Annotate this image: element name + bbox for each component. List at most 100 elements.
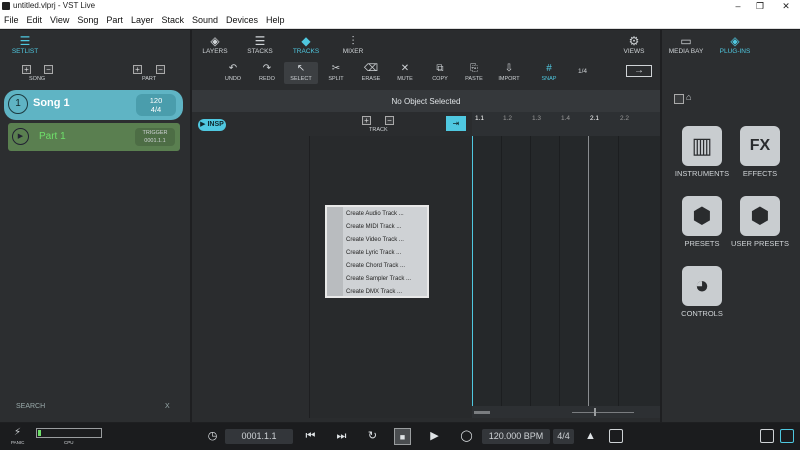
instruments-tile[interactable]: ▥: [682, 126, 722, 166]
paste-icon: ⎘: [470, 63, 478, 74]
select-button[interactable]: ↖ SELECT: [284, 62, 318, 84]
presets-tile[interactable]: ⬢: [682, 196, 722, 236]
select-checkbox[interactable]: [674, 94, 684, 104]
add-part-button[interactable]: +: [133, 65, 142, 74]
right-panel-toggle-button[interactable]: [780, 429, 794, 443]
tab-mixer[interactable]: ⫶ MIXER: [335, 34, 371, 55]
play-part-icon[interactable]: ▶: [12, 128, 29, 145]
menu-item-sampler-track[interactable]: Create Sampler Track ...: [346, 276, 411, 282]
menu-item-dmx-track[interactable]: Create DMX Track ...: [346, 289, 402, 295]
menu-devices[interactable]: Devices: [222, 12, 262, 25]
clock-icon[interactable]: ◷: [204, 428, 221, 445]
menu-song[interactable]: Song: [73, 12, 102, 25]
add-track-button[interactable]: +: [362, 116, 371, 125]
menu-item-midi-track[interactable]: Create MIDI Track ...: [346, 224, 401, 230]
tab-media-bay[interactable]: ▭ MEDIA BAY: [666, 34, 706, 55]
controls-tile[interactable]: ◕: [682, 266, 722, 306]
timeline-ruler[interactable]: 1.1 1.2 1.3 1.4 2.1 2.2: [472, 112, 660, 136]
stop-button[interactable]: ■: [394, 428, 411, 445]
window-toggle-button[interactable]: [609, 429, 623, 443]
undo-button[interactable]: ↶ UNDO: [216, 62, 250, 84]
copy-button[interactable]: ⧉ COPY: [423, 62, 457, 84]
tab-tracks[interactable]: ◆ TRACKS: [288, 34, 324, 55]
song-card[interactable]: 1 Song 1 120 4/4: [4, 90, 183, 120]
import-icon: ⇩: [504, 63, 514, 74]
horizontal-scrollbar[interactable]: [472, 406, 660, 418]
setlist-panel: ☰ SETLIST + − SONG + − PART 1 Song 1 120…: [0, 30, 190, 422]
erase-button[interactable]: ⌫ ERASE: [354, 62, 388, 84]
split-button[interactable]: ✂ SPLIT: [319, 62, 353, 84]
menu-stack[interactable]: Stack: [157, 12, 188, 25]
position-display[interactable]: 0001.1.1: [225, 429, 293, 444]
views-label: VIEWS: [623, 48, 645, 55]
transport-bar: ⚡ PANIC CPU ◷ 0001.1.1 ⏮ ⏭ ↻ ■ ▶ ◯ 120.0…: [0, 423, 800, 450]
menu-help[interactable]: Help: [262, 12, 289, 25]
tempo-display[interactable]: 120.000 BPM: [482, 429, 550, 444]
tab-plug-ins[interactable]: ◈ PLUG-INS: [714, 34, 756, 55]
menu-part[interactable]: Part: [102, 12, 127, 25]
left-panel-toggle-button[interactable]: [760, 429, 774, 443]
remove-part-button[interactable]: −: [156, 65, 165, 74]
close-button[interactable]: ✕: [776, 0, 796, 12]
inspector-label: INSP: [207, 121, 224, 128]
effects-tile[interactable]: FX: [740, 126, 780, 166]
part-label: PART: [142, 76, 157, 82]
search-input[interactable]: SEARCH: [16, 403, 45, 410]
zoom-slider[interactable]: [572, 412, 634, 413]
zoom-slider-handle[interactable]: [594, 408, 596, 416]
setlist-button[interactable]: ☰ SETLIST: [8, 34, 42, 55]
home-icon[interactable]: ⌂: [686, 92, 691, 102]
record-button[interactable]: ◯: [458, 428, 475, 445]
piano-icon: ▥: [691, 133, 713, 158]
arrow-right-icon[interactable]: →: [626, 65, 652, 77]
menu-sound[interactable]: Sound: [188, 12, 222, 25]
snap-button[interactable]: # SNAP: [532, 62, 566, 84]
add-song-button[interactable]: +: [22, 65, 31, 74]
cycle-button[interactable]: ↻: [364, 428, 381, 445]
menu-item-audio-track[interactable]: Create Audio Track ...: [346, 211, 404, 217]
effects-label: EFFECTS: [742, 169, 778, 178]
menu-item-chord-track[interactable]: Create Chord Track ...: [346, 263, 405, 269]
inspector-button[interactable]: ▶ INSP: [198, 119, 226, 131]
maximize-button[interactable]: ❐: [750, 0, 770, 12]
app-icon: [2, 2, 10, 10]
ruler-tick: 2.2: [620, 115, 630, 122]
follow-playhead-icon[interactable]: ⇥: [446, 116, 466, 131]
erase-label: ERASE: [361, 76, 381, 82]
menu-item-lyric-track[interactable]: Create Lyric Track ...: [346, 250, 401, 256]
track-header-bar: ▶ INSP + − TRACK ⇥: [192, 112, 472, 136]
previous-marker-button[interactable]: ⏮: [302, 428, 319, 445]
tab-layers[interactable]: ◈ LAYERS: [197, 34, 233, 55]
snap-value[interactable]: 1/4: [578, 68, 587, 75]
panic-icon[interactable]: ⚡: [14, 427, 21, 438]
minimize-button[interactable]: –: [728, 0, 748, 12]
tab-stacks[interactable]: ☰ STACKS: [242, 34, 278, 55]
track-label: TRACK: [369, 127, 388, 133]
menu-layer[interactable]: Layer: [127, 12, 158, 25]
remove-track-button[interactable]: −: [385, 116, 394, 125]
menu-item-video-track[interactable]: Create Video Track ...: [346, 237, 404, 243]
remove-song-button[interactable]: −: [44, 65, 53, 74]
signature-display[interactable]: 4/4: [553, 429, 574, 444]
song-name: Song 1: [33, 97, 70, 109]
snap-label: SNAP: [541, 76, 557, 82]
tab-media-bay-label: MEDIA BAY: [668, 48, 704, 55]
views-button[interactable]: ⚙ VIEWS: [616, 34, 652, 55]
mute-button[interactable]: ✕ MUTE: [388, 62, 422, 84]
user-presets-tile[interactable]: ⬢: [740, 196, 780, 236]
search-clear-button[interactable]: X: [165, 403, 170, 410]
redo-button[interactable]: ↷ REDO: [250, 62, 284, 84]
next-marker-button[interactable]: ⏭: [333, 428, 350, 445]
import-button[interactable]: ⇩ IMPORT: [492, 62, 526, 84]
menu-view[interactable]: View: [46, 12, 73, 25]
menu-file[interactable]: File: [0, 12, 23, 25]
scrollbar-thumb[interactable]: [474, 411, 490, 414]
paste-button[interactable]: ⎘ PASTE: [457, 62, 491, 84]
metronome-icon[interactable]: ▲: [582, 428, 599, 445]
arrange-area[interactable]: [472, 136, 660, 412]
playhead[interactable]: [472, 136, 473, 412]
play-button[interactable]: ▶: [426, 428, 443, 445]
menu-edit[interactable]: Edit: [23, 12, 47, 25]
undo-icon: ↶: [228, 63, 238, 74]
part-card[interactable]: ▶ Part 1 TRIGGER 0001.1.1: [8, 123, 180, 151]
